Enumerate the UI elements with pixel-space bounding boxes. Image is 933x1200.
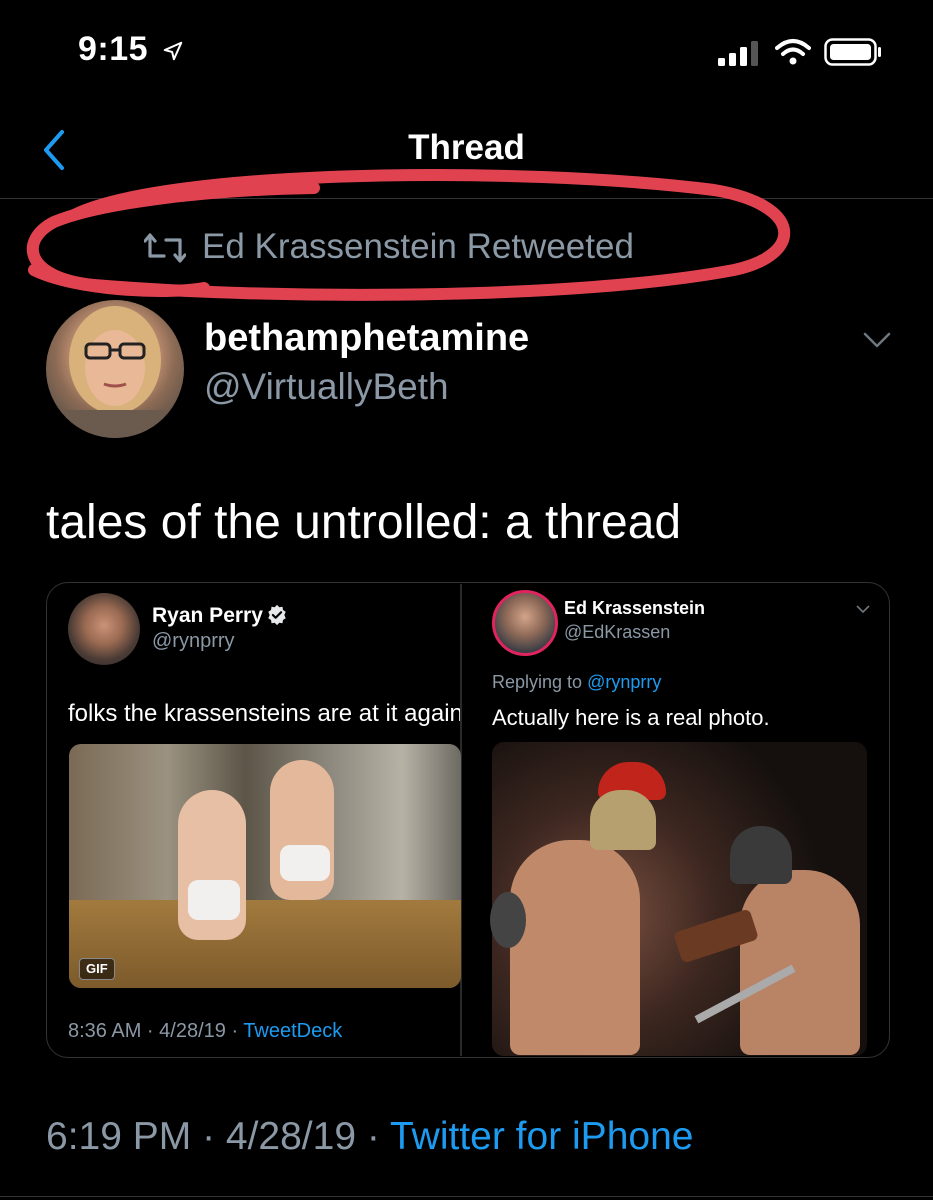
- author-name[interactable]: bethamphetamine: [204, 317, 529, 360]
- tweet-meta: 6:19 PM · 4/28/19 · Twitter for iPhone: [46, 1115, 693, 1159]
- embedded-left-handle: @rynprry: [152, 630, 235, 652]
- location-arrow-icon: [163, 41, 183, 61]
- embedded-left-app: TweetDeck: [243, 1020, 343, 1042]
- photo-figure: [740, 870, 860, 1055]
- embedded-left-name: Ryan Perry: [152, 604, 263, 627]
- avatar-portrait: [66, 306, 164, 438]
- author-handle[interactable]: @VirtuallyBeth: [204, 366, 449, 408]
- author-avatar[interactable]: [46, 300, 184, 438]
- embedded-right-avatar: [492, 590, 558, 656]
- embedded-left-timestamp: 8:36 AM · 4/28/19 ·: [68, 1020, 244, 1042]
- embedded-right-replying: Replying to @rynprry: [492, 672, 661, 693]
- tweet-source[interactable]: Twitter for iPhone: [390, 1115, 693, 1158]
- battery-icon: [824, 38, 881, 66]
- tweet-timestamp[interactable]: 6:19 PM · 4/28/19 ·: [46, 1115, 390, 1158]
- photo-helmet: [730, 826, 792, 884]
- photo-shield: [490, 892, 526, 948]
- embedded-right-text: Actually here is a real photo.: [492, 705, 770, 730]
- verified-icon: [268, 604, 286, 626]
- chevron-down-icon: [856, 605, 870, 614]
- annotation-circle: [26, 169, 791, 301]
- chevron-down-icon[interactable]: [862, 330, 892, 350]
- photo-figure: [510, 840, 640, 1055]
- tweet-text: tales of the untrolled: a thread: [46, 496, 682, 549]
- photo-helmet: [590, 790, 656, 850]
- divider: [0, 1196, 933, 1197]
- gif-figure-detail: [280, 845, 330, 881]
- embedded-left-text: folks the krassensteins are at it again: [68, 700, 460, 727]
- embedded-left-avatar: [68, 593, 140, 665]
- status-time-text: 9:15: [78, 30, 149, 68]
- wifi-icon: [775, 39, 811, 65]
- reply-prefix: Replying to: [492, 672, 588, 692]
- gif-floor: [69, 900, 461, 988]
- signal-icon: [718, 41, 758, 66]
- embedded-right-handle: @EdKrassen: [564, 622, 671, 642]
- reply-to-handle: @rynprry: [587, 672, 662, 692]
- embedded-left-meta: 8:36 AM · 4/28/19 · TweetDeck: [68, 1020, 342, 1043]
- embedded-right-name: Ed Krassenstein: [564, 598, 706, 618]
- gif-figure-detail: [188, 880, 240, 920]
- status-time: 9:15: [78, 30, 184, 69]
- gif-badge: GIF: [79, 958, 115, 980]
